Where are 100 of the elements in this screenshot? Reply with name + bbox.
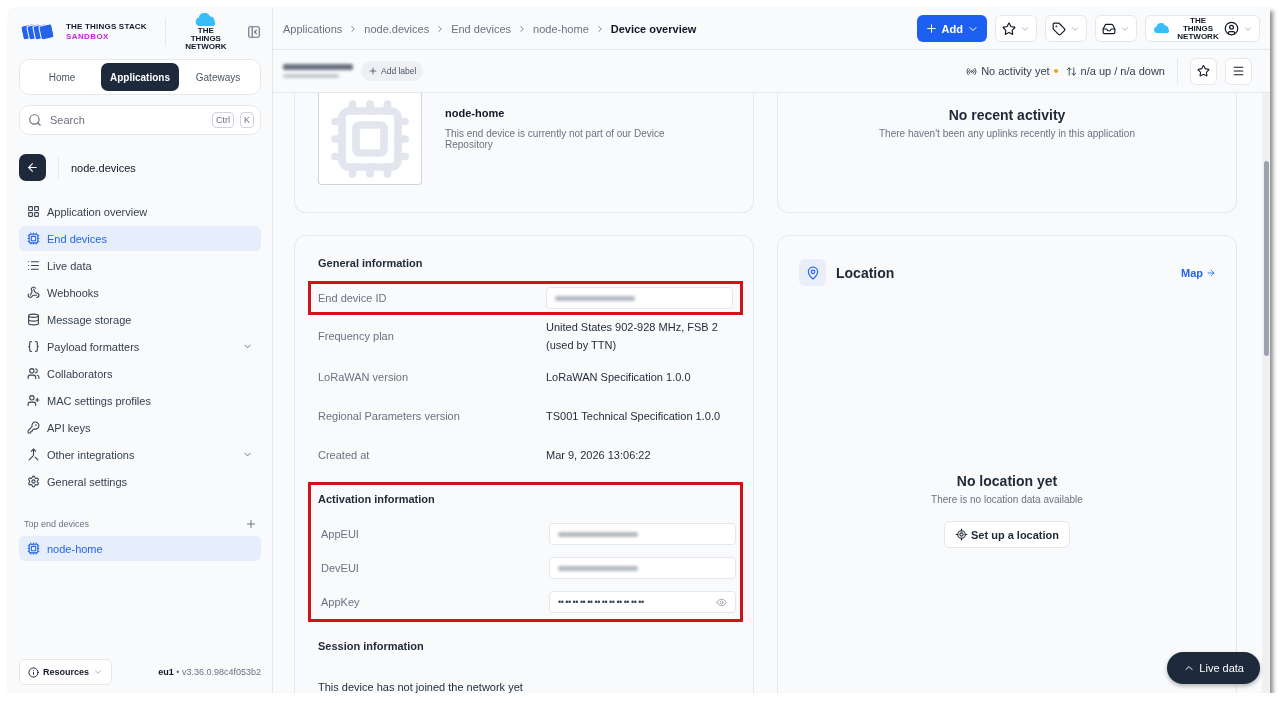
field-value: Mar 9, 2026 13:06:22 [546,447,652,463]
section-title: Top end devices [24,519,90,529]
breadcrumb-link[interactable]: Applications [283,22,343,35]
tags-button[interactable] [1045,15,1087,42]
field-value: LoRaWAN Specification 1.0.0 [546,369,692,385]
bookmarks-button[interactable] [995,15,1037,42]
brand-title: THE THINGS STACK [66,22,147,32]
section-title: Activation information [317,493,436,505]
braces-icon [27,340,40,353]
breadcrumb-link[interactable]: node-home [533,22,589,35]
add-icon[interactable] [245,518,257,530]
plus-icon [924,22,938,35]
location-pin-icon [799,259,826,286]
collapse-sidebar-button[interactable] [247,25,261,39]
back-arrow-icon [26,161,39,174]
inbox-button[interactable] [1095,15,1137,42]
cloud-icon [1152,23,1172,34]
status-dot [1053,69,1058,73]
network-logo-text: THE THINGS NETWORK [184,27,228,52]
section-title: General information [317,257,424,269]
sidebar-item[interactable]: Other integrations [19,442,261,467]
field-label: AppEUI [321,528,360,540]
field-value: TS001 Technical Specification 1.0.0 [546,408,722,424]
version-text: eu1 • v3.36.0.98c4f053b2 [158,667,261,677]
arrow-right-icon [1206,267,1216,278]
nav-tab[interactable]: Applications [101,63,179,91]
add-label-button[interactable]: Add label [361,61,424,81]
sidebar-item[interactable]: General settings [19,469,261,494]
merge-icon [27,448,40,461]
search-bar[interactable]: Search Ctrl K [19,105,261,135]
setup-location-button[interactable]: Set up a location [944,521,1070,548]
logo-icon [20,22,56,42]
input-field[interactable] [546,287,733,309]
field-label: LoRaWAN version [318,370,410,383]
user-icon [1224,21,1239,36]
add-button[interactable]: Add [916,15,987,42]
users-icon [27,367,40,380]
shortcut-key: Ctrl [212,112,234,128]
activity-status: No activity yet [981,65,1050,77]
section-title: Session information [317,640,425,652]
nav-tab[interactable]: Home [23,63,101,91]
list-icon [27,259,40,272]
breadcrumb-link[interactable]: End devices [451,22,512,35]
traffic-status: n/a up / n/a down [1080,65,1165,77]
star-button[interactable] [1190,57,1217,85]
sidebar-item[interactable]: Webhooks [19,280,261,305]
empty-text: There is no location data available [931,494,1083,505]
field-label: DevEUI [321,562,360,574]
sidebar-item[interactable]: Live data [19,253,261,278]
user-plus-icon [27,394,40,407]
webhook-icon [27,286,40,299]
menu-button[interactable] [1225,57,1252,85]
live-data-button[interactable]: Live data [1167,652,1260,684]
search-input[interactable]: Search [48,113,206,127]
map-link[interactable]: Map [1181,266,1216,279]
network-logo-text: THE THINGS NETWORK [1176,16,1220,41]
breadcrumb-link[interactable]: node.devices [364,22,430,35]
tag-icon [1052,21,1066,36]
chip-icon [27,542,40,555]
sidebar-item[interactable]: Collaborators [19,361,261,386]
sidebar-item[interactable]: End devices [19,226,261,251]
star-icon [1197,64,1210,78]
sidebar-item[interactable]: MAC settings profiles [19,388,261,413]
plus-icon [368,66,378,76]
key-icon [27,421,40,434]
back-button[interactable] [19,154,46,181]
sidebar-item[interactable]: Payload formatters [19,334,261,359]
sidebar-item[interactable]: Message storage [19,307,261,332]
chip-icon [27,232,40,245]
eye-icon[interactable] [716,596,727,608]
sidebar-item[interactable]: API keys [19,415,261,440]
empty-title: No recent activity [948,107,1066,123]
database-icon [27,313,40,326]
star-icon [1002,21,1016,36]
field-label: AppKey [321,596,361,608]
sidebar-item[interactable]: node-home [19,536,261,561]
field-label: End device ID [318,292,388,304]
up-down-icon [1065,65,1077,77]
scrollbar[interactable] [1262,93,1270,693]
field-value: United States 902-928 MHz, FSB 2 (used by TTN) [546,320,719,353]
input-field[interactable] [549,557,736,579]
field-label: Frequency plan [318,330,395,342]
activity-icon [966,65,978,77]
settings-icon [27,475,40,488]
info-icon [28,666,39,678]
field-label: Created at [318,448,371,461]
nav-tab[interactable]: Gateways [179,63,257,91]
blurred-text [283,64,353,70]
session-text: This device has not joined the network yet [317,682,524,693]
device-description: This end device is currently not part of our Device Repository [445,128,666,150]
breadcrumb-link[interactable]: Device overview [610,22,697,35]
application-name: node.devices [58,156,136,179]
empty-title: No location yet [956,473,1058,489]
input-field[interactable] [549,523,736,545]
input-field[interactable]: •• •• •• •• •• •• •• •• •• •• •• •• [549,591,736,613]
brand-subtitle: SANDBOX [66,32,110,42]
sidebar-item[interactable]: Application overview [19,199,261,224]
account-button[interactable]: THE THINGS NETWORK [1145,15,1260,42]
device-name: node-home [445,107,506,119]
resources-button[interactable]: Resources [19,659,113,685]
